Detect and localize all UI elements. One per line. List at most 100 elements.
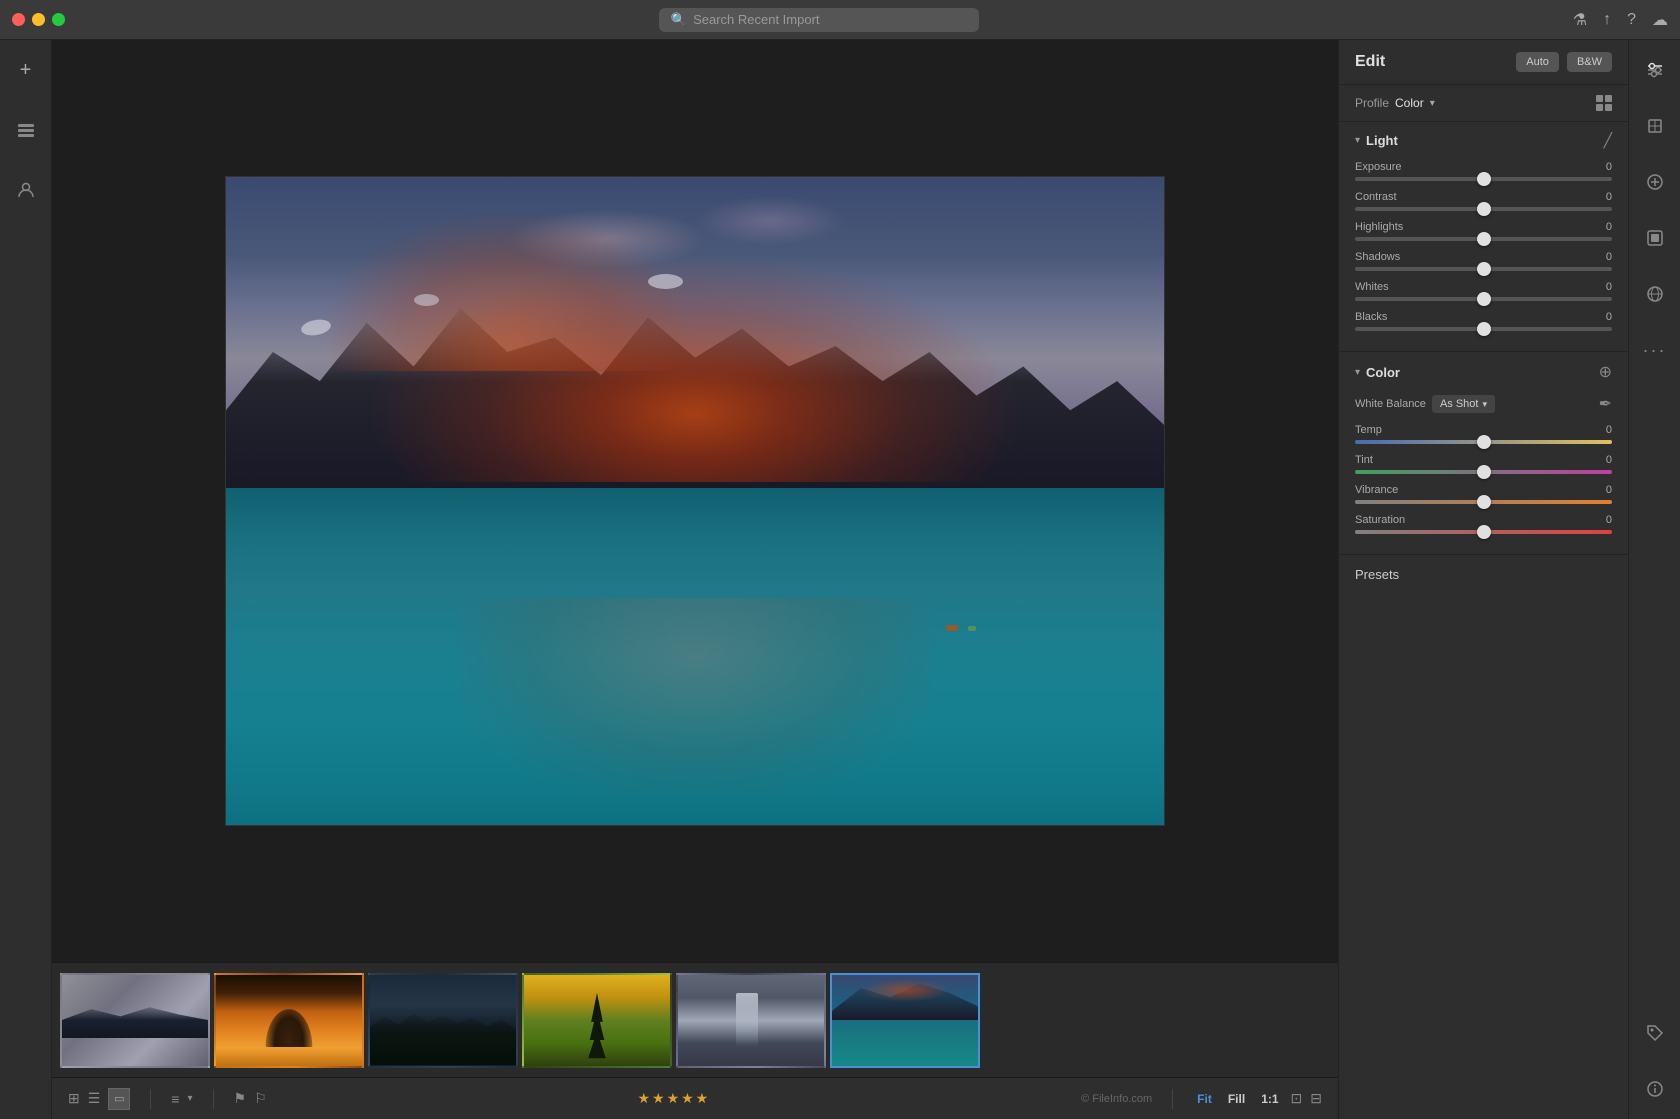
single-view-icon[interactable]: ▭: [108, 1088, 130, 1110]
vibrance-thumb[interactable]: [1477, 495, 1491, 509]
tint-label: Tint: [1355, 454, 1373, 466]
profile-dropdown-icon[interactable]: ▾: [1430, 98, 1435, 109]
grid-view-icon[interactable]: ⊞: [68, 1090, 80, 1107]
wb-dropdown-chevron: ▾: [1482, 399, 1487, 410]
flag2-icon[interactable]: ⚐: [254, 1090, 267, 1107]
filmstrip-thumb-6[interactable]: [830, 973, 980, 1068]
minimize-button[interactable]: [32, 13, 45, 26]
add-photos-icon[interactable]: +: [8, 52, 44, 88]
highlights-label: Highlights: [1355, 221, 1403, 233]
presets-label[interactable]: Presets: [1355, 567, 1399, 582]
masking-icon[interactable]: [1637, 220, 1673, 256]
filter-icon[interactable]: ⚗: [1573, 10, 1587, 30]
color-wheel-icon[interactable]: ⊕: [1599, 362, 1612, 382]
light-collapse-icon[interactable]: ▾: [1355, 135, 1360, 146]
compare-icon[interactable]: ⊡: [1291, 1090, 1303, 1107]
search-bar: 🔍: [65, 8, 1573, 32]
crop-transform-icon[interactable]: [1637, 108, 1673, 144]
temp-track: [1355, 440, 1612, 444]
adjustments-icon[interactable]: [1637, 52, 1673, 88]
filmstrip-thumb-1[interactable]: [60, 973, 210, 1068]
shadows-track: [1355, 267, 1612, 271]
blacks-value: 0: [1606, 311, 1612, 323]
edit-header: Edit Auto B&W: [1339, 40, 1628, 85]
saturation-track: [1355, 530, 1612, 534]
color-collapse-icon[interactable]: ▾: [1355, 367, 1360, 378]
filmstrip-thumb-4[interactable]: [522, 973, 672, 1068]
main-layout: +: [0, 40, 1680, 1119]
globe-icon[interactable]: [1637, 276, 1673, 312]
sort-icon[interactable]: ≡: [171, 1091, 179, 1107]
auto-button[interactable]: Auto: [1516, 52, 1559, 72]
healing-icon[interactable]: [1637, 164, 1673, 200]
shadows-value: 0: [1606, 251, 1612, 263]
whites-thumb[interactable]: [1477, 292, 1491, 306]
exposure-label: Exposure: [1355, 161, 1401, 173]
highlights-thumb[interactable]: [1477, 232, 1491, 246]
one-one-button[interactable]: 1:1: [1257, 1090, 1282, 1108]
bw-button[interactable]: B&W: [1567, 52, 1612, 72]
separator-1: [150, 1089, 151, 1109]
fill-button[interactable]: Fill: [1224, 1090, 1249, 1108]
profile-grid-icon[interactable]: [1596, 95, 1612, 111]
highlights-track: [1355, 237, 1612, 241]
traffic-lights: [12, 13, 65, 26]
contrast-thumb[interactable]: [1477, 202, 1491, 216]
flag-icon[interactable]: ⚑: [234, 1090, 247, 1107]
library-icon[interactable]: [8, 112, 44, 148]
white-balance-row: White Balance As Shot ▾ ✒: [1355, 394, 1612, 414]
contrast-value: 0: [1606, 191, 1612, 203]
bottom-toolbar: ⊞ ☰ ▭ ≡ ▾ ⚑ ⚐ ★★★★★ © FileInfo.com Fit F…: [52, 1077, 1338, 1119]
exposure-thumb[interactable]: [1477, 172, 1491, 186]
list-view-icon[interactable]: ☰: [88, 1090, 101, 1107]
search-input[interactable]: [693, 12, 967, 27]
light-curve-icon[interactable]: ╱: [1604, 132, 1612, 149]
search-icon: 🔍: [671, 12, 687, 28]
highlights-value: 0: [1606, 221, 1612, 233]
exposure-track: [1355, 177, 1612, 181]
fit-button[interactable]: Fit: [1193, 1090, 1216, 1108]
right-sidebar: ···: [1628, 40, 1680, 1119]
profile-row: Profile Color ▾: [1339, 85, 1628, 122]
maximize-button[interactable]: [52, 13, 65, 26]
blacks-slider-row: Blacks 0: [1355, 311, 1612, 331]
vibrance-track: [1355, 500, 1612, 504]
filmstrip-thumb-3[interactable]: [368, 973, 518, 1068]
star-rating[interactable]: ★★★★★: [637, 1090, 710, 1107]
tag-icon[interactable]: [1637, 1015, 1673, 1051]
people-icon[interactable]: [8, 172, 44, 208]
presets-footer: Presets: [1339, 555, 1628, 594]
search-wrap: 🔍: [659, 8, 979, 32]
tint-track: [1355, 470, 1612, 474]
tint-slider-row: Tint 0: [1355, 454, 1612, 474]
split-icon[interactable]: ⊟: [1310, 1090, 1322, 1107]
shadows-slider-row: Shadows 0: [1355, 251, 1612, 271]
help-icon[interactable]: ?: [1627, 11, 1636, 29]
highlights-slider-row: Highlights 0: [1355, 221, 1612, 241]
eyedropper-icon[interactable]: ✒: [1599, 394, 1612, 414]
whites-slider-row: Whites 0: [1355, 281, 1612, 301]
more-options-icon[interactable]: ···: [1637, 332, 1673, 368]
filmstrip: [52, 962, 1338, 1077]
blacks-thumb[interactable]: [1477, 322, 1491, 336]
white-balance-dropdown[interactable]: As Shot ▾: [1432, 395, 1495, 413]
info-icon[interactable]: [1637, 1071, 1673, 1107]
blacks-label: Blacks: [1355, 311, 1387, 323]
temp-slider-row: Temp 0: [1355, 424, 1612, 444]
close-button[interactable]: [12, 13, 25, 26]
saturation-thumb[interactable]: [1477, 525, 1491, 539]
light-section-header: ▾ Light ╱: [1355, 132, 1612, 149]
temp-thumb[interactable]: [1477, 435, 1491, 449]
color-section-title: Color: [1366, 365, 1593, 380]
titlebar-right: ⚗ ↑ ? ☁: [1573, 10, 1668, 30]
titlebar: 🔍 ⚗ ↑ ? ☁: [0, 0, 1680, 40]
share-icon[interactable]: ↑: [1603, 11, 1611, 29]
cloud-icon[interactable]: ☁: [1652, 10, 1668, 30]
shadows-thumb[interactable]: [1477, 262, 1491, 276]
sort-dropdown-icon[interactable]: ▾: [187, 1093, 192, 1104]
filmstrip-thumb-2[interactable]: [214, 973, 364, 1068]
tint-thumb[interactable]: [1477, 465, 1491, 479]
filmstrip-thumb-5[interactable]: [676, 973, 826, 1068]
exposure-slider-row: Exposure 0: [1355, 161, 1612, 181]
main-image: [225, 176, 1165, 826]
